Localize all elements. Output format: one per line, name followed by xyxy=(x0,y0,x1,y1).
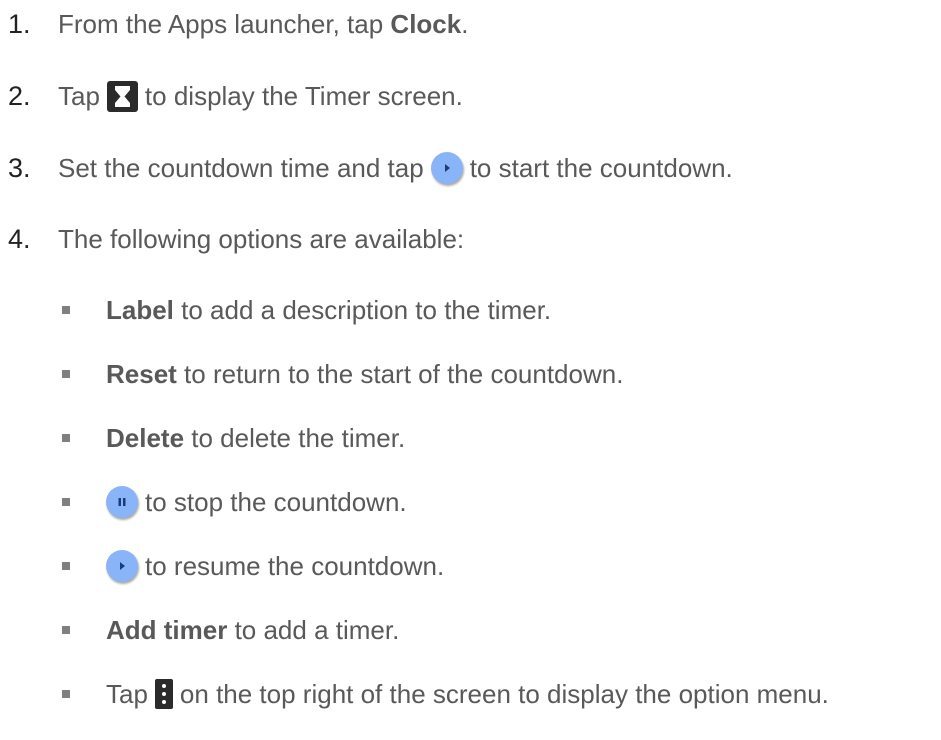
option-text: Add timer to add a timer. xyxy=(106,615,399,646)
step-number: 1. xyxy=(8,8,31,39)
step-text-end: to start the countdown. xyxy=(469,152,733,183)
step-text: Set the countdown time and tap to start … xyxy=(58,152,733,184)
option-name: Add timer xyxy=(106,614,228,645)
bullet xyxy=(62,434,70,442)
bullet xyxy=(62,690,70,698)
step-text-start: From the Apps launcher, tap xyxy=(58,8,391,39)
option-description: to delete the timer. xyxy=(184,422,406,453)
step-number: 3. xyxy=(8,152,31,183)
step-text-start: Set the countdown time and tap xyxy=(58,152,424,183)
step-number: 4. xyxy=(8,223,31,254)
option-description: on the top right of the screen to displa… xyxy=(179,678,829,709)
option-description: to resume the countdown. xyxy=(145,550,445,581)
option-text-start: Tap xyxy=(106,678,148,709)
option-text: Delete to delete the timer. xyxy=(106,423,405,454)
option-text: Tap on the top right of the screen to di… xyxy=(106,679,829,710)
option-text: Label to add a description to the timer. xyxy=(106,295,551,326)
step-text: From the Apps launcher, tap Clock. xyxy=(58,9,468,40)
step-text: Tap to display the Timer screen. xyxy=(58,80,463,112)
option-text: to stop the countdown. xyxy=(106,486,407,518)
play-button-icon xyxy=(430,152,463,184)
step-text-end: . xyxy=(461,8,469,39)
step-text-end: to display the Timer screen. xyxy=(144,80,463,111)
step-number: 2. xyxy=(8,80,31,111)
option-description: to add a timer. xyxy=(227,614,400,645)
more-vertical-icon xyxy=(154,679,173,709)
option-description: to return to the start of the countdown. xyxy=(176,358,624,389)
bullet xyxy=(62,306,70,314)
bullet xyxy=(62,498,70,506)
play-button-icon xyxy=(106,550,138,582)
pause-button-icon xyxy=(106,486,138,518)
option-description: to add a description to the timer. xyxy=(173,294,552,325)
option-text: to resume the countdown. xyxy=(106,550,444,582)
step-text-start: Tap xyxy=(58,80,100,111)
bullet xyxy=(62,370,70,378)
step-text: The following options are available: xyxy=(58,223,465,254)
option-text: Reset to return to the start of the coun… xyxy=(106,359,623,390)
bullet xyxy=(62,626,70,634)
option-name: Label xyxy=(106,294,174,325)
option-description: to stop the countdown. xyxy=(145,486,407,517)
hourglass-icon xyxy=(106,80,138,112)
option-name: Delete xyxy=(106,422,185,453)
bullet xyxy=(62,562,70,570)
option-name: Reset xyxy=(106,358,177,389)
clock-app-name: Clock xyxy=(390,8,462,39)
